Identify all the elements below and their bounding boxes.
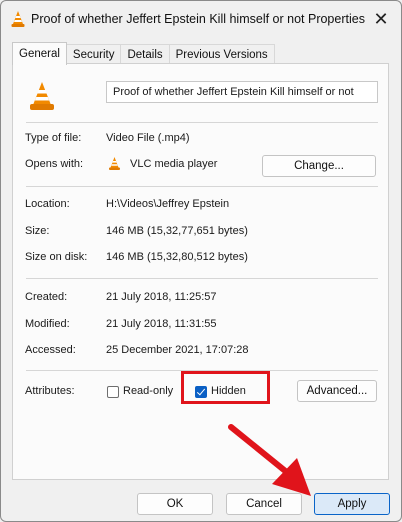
properties-dialog: Proof of whether Jeffert Epstein Kill hi… (0, 0, 402, 522)
close-icon[interactable]: ✕ (371, 9, 391, 29)
ok-button[interactable]: OK (137, 493, 213, 515)
tab-previous-versions[interactable]: Previous Versions (169, 44, 275, 65)
general-panel: Proof of whether Jeffert Epstein Kill hi… (12, 63, 389, 480)
type-of-file-label: Type of file: (25, 132, 82, 144)
hidden-highlight-box (181, 371, 270, 404)
advanced-button[interactable]: Advanced... (297, 380, 377, 402)
size-on-disk-value: 146 MB (15,32,80,512 bytes) (106, 251, 248, 263)
title-bar: Proof of whether Jeffert Epstein Kill hi… (1, 1, 401, 37)
tab-details[interactable]: Details (121, 44, 170, 65)
divider (26, 186, 378, 187)
opens-with-value: VLC media player (130, 158, 218, 170)
cancel-button[interactable]: Cancel (226, 493, 302, 515)
accessed-label: Accessed: (25, 344, 76, 356)
modified-value: 21 July 2018, 11:31:55 (106, 318, 217, 330)
vlc-cone-icon (30, 82, 54, 110)
divider (26, 278, 378, 279)
type-of-file-value: Video File (.mp4) (106, 132, 190, 144)
divider (26, 122, 378, 123)
accessed-value: 25 December 2021, 17:07:28 (106, 344, 249, 356)
tab-security[interactable]: Security (66, 44, 122, 65)
read-only-checkbox[interactable] (107, 386, 119, 398)
window-title: Proof of whether Jeffert Epstein Kill hi… (31, 12, 365, 26)
change-button[interactable]: Change... (262, 155, 376, 177)
file-name-input[interactable]: Proof of whether Jeffert Epstein Kill hi… (106, 81, 378, 103)
size-value: 146 MB (15,32,77,651 bytes) (106, 225, 248, 237)
vlc-cone-icon (11, 11, 25, 27)
tab-strip: General Security Details Previous Versio… (12, 42, 275, 65)
read-only-label[interactable]: Read-only (123, 385, 173, 397)
modified-label: Modified: (25, 318, 70, 330)
location-value: H:\Videos\Jeffrey Epstein (106, 198, 230, 210)
opens-with-label: Opens with: (25, 158, 84, 170)
apply-button[interactable]: Apply (314, 493, 390, 515)
vlc-cone-icon (109, 157, 120, 170)
size-on-disk-label: Size on disk: (25, 251, 88, 263)
tab-general[interactable]: General (12, 42, 67, 65)
size-label: Size: (25, 225, 50, 237)
location-label: Location: (25, 198, 70, 210)
attributes-label: Attributes: (25, 385, 75, 397)
created-value: 21 July 2018, 11:25:57 (106, 291, 217, 303)
created-label: Created: (25, 291, 68, 303)
